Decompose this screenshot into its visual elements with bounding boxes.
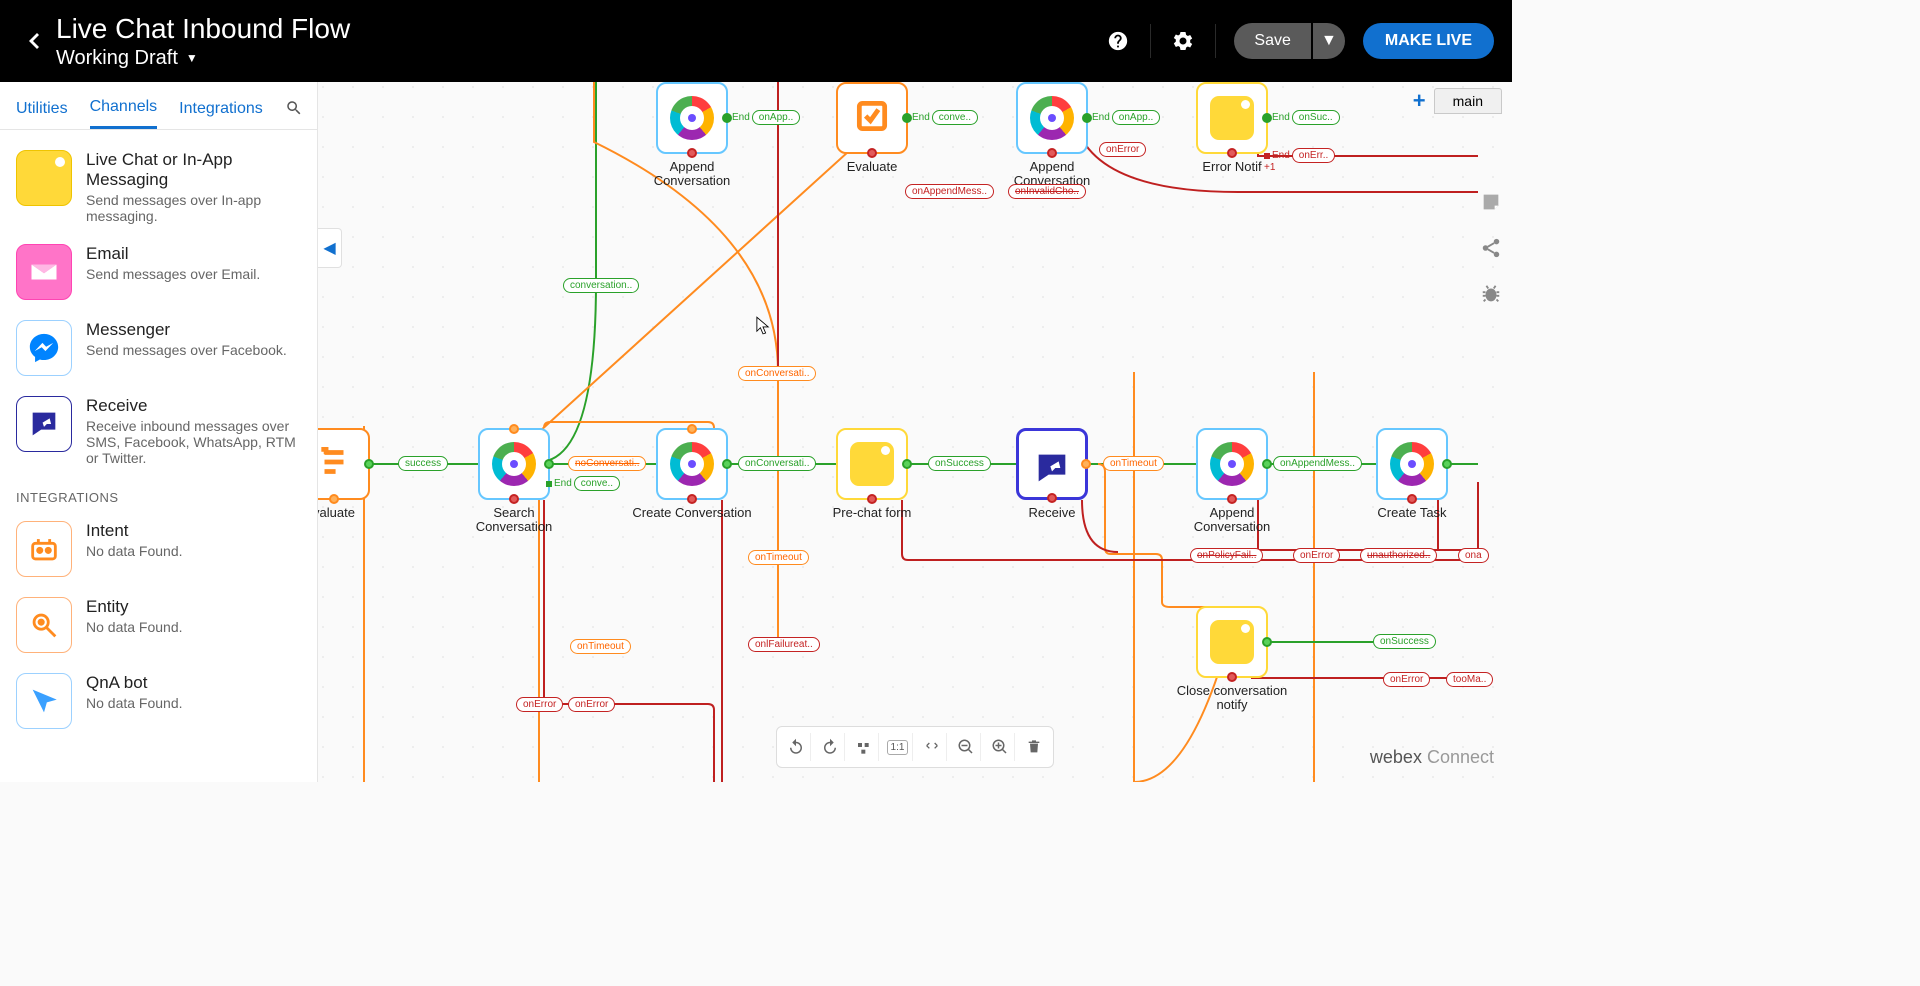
edge-label: onSuccess: [928, 456, 991, 471]
edge-label: onTimeout: [1103, 456, 1164, 471]
node-append-conversation-2[interactable]: Append Conversation: [1016, 82, 1088, 189]
fit-button[interactable]: 1:1: [883, 733, 913, 761]
canvas-toolbox: 1:1: [776, 726, 1054, 768]
sidebar-item-receive[interactable]: ReceiveReceive inbound messages over SMS…: [0, 386, 317, 476]
sidebar-item-qna[interactable]: QnA botNo data Found.: [0, 663, 317, 739]
edge-label: onConversati..: [738, 456, 816, 471]
save-dropdown[interactable]: ▼: [1313, 23, 1345, 59]
edge-label: onTimeout: [570, 639, 631, 654]
edge-label: onError: [516, 697, 563, 712]
edge-label: unauthorized..: [1360, 548, 1437, 563]
node-create-conversation[interactable]: Create Conversation: [656, 428, 728, 520]
edge-label: onPolicyFail..: [1190, 548, 1263, 563]
edge-label: noConversati..: [568, 456, 646, 471]
undo-button[interactable]: [781, 733, 811, 761]
brand-label: webex Connect: [1370, 747, 1494, 768]
edge-label: onAppendMess..: [1273, 456, 1362, 471]
edge-label: onError: [568, 697, 615, 712]
node-evaluate-2[interactable]: valuate: [318, 428, 370, 520]
delete-button[interactable]: [1019, 733, 1049, 761]
edge-label: conversation..: [563, 278, 639, 293]
tab-integrations[interactable]: Integrations: [179, 94, 263, 128]
email-icon: [16, 244, 72, 300]
node-close-conversation-notify[interactable]: Close conversation notify: [1196, 606, 1268, 713]
add-tab-button[interactable]: +: [1413, 88, 1426, 114]
sidebar-item-livechat[interactable]: Live Chat or In-App MessagingSend messag…: [0, 140, 317, 234]
edge-label: tooMa..: [1446, 672, 1493, 687]
intent-icon: [16, 521, 72, 577]
edge-label: onSuccess: [1373, 634, 1436, 649]
back-button[interactable]: [18, 17, 50, 65]
node-search-conversation[interactable]: Search Conversation: [478, 428, 550, 535]
sidebar: Utilities Channels Integrations Live Cha…: [0, 82, 318, 782]
node-create-task[interactable]: Create Task: [1376, 428, 1448, 520]
receive-icon: [16, 396, 72, 452]
node-prechat-form[interactable]: Pre-chat form: [836, 428, 908, 520]
zoom-in-button[interactable]: [985, 733, 1015, 761]
settings-icon[interactable]: [1169, 27, 1197, 55]
qna-icon: [16, 673, 72, 729]
integrations-header: INTEGRATIONS: [0, 476, 317, 511]
edge-label: onError: [1099, 142, 1146, 157]
cursor-icon: [756, 316, 770, 336]
search-icon[interactable]: [285, 99, 303, 122]
header: Live Chat Inbound Flow Working Draft ▼ S…: [0, 0, 1512, 82]
node-error-notif[interactable]: Error Notif: [1196, 82, 1268, 174]
help-icon[interactable]: [1104, 27, 1132, 55]
flow-title: Live Chat Inbound Flow: [56, 13, 350, 45]
collapse-all-button[interactable]: [917, 733, 947, 761]
save-button[interactable]: Save: [1234, 23, 1310, 59]
align-button[interactable]: [849, 733, 879, 761]
node-evaluate-1[interactable]: Evaluate: [836, 82, 908, 174]
debug-icon[interactable]: [1479, 282, 1503, 306]
draft-dropdown[interactable]: Working Draft ▼: [56, 47, 350, 70]
zoom-out-button[interactable]: [951, 733, 981, 761]
livechat-icon: [16, 150, 72, 206]
edge-label: onError: [1383, 672, 1430, 687]
right-rail: [1470, 190, 1512, 306]
tab-utilities[interactable]: Utilities: [16, 94, 68, 128]
node-append-conversation-3[interactable]: Append Conversation: [1196, 428, 1268, 535]
chevron-down-icon: ▼: [186, 51, 198, 65]
sidebar-item-entity[interactable]: EntityNo data Found.: [0, 587, 317, 663]
edge-label: ona: [1458, 548, 1489, 563]
note-icon[interactable]: [1479, 190, 1503, 214]
edge-label: onAppendMess..: [905, 184, 994, 199]
edge-label: onConversati..: [738, 366, 816, 381]
node-receive[interactable]: Receive: [1016, 428, 1088, 520]
edge-label: onTimeout: [748, 550, 809, 565]
make-live-button[interactable]: MAKE LIVE: [1363, 23, 1494, 59]
edge-label: success: [398, 456, 448, 471]
sidebar-item-email[interactable]: EmailSend messages over Email.: [0, 234, 317, 310]
edge-label: onlFailureat..: [748, 637, 820, 652]
node-append-conversation-1[interactable]: Append Conversation: [656, 82, 728, 189]
sidebar-item-messenger[interactable]: MessengerSend messages over Facebook.: [0, 310, 317, 386]
sidebar-item-intent[interactable]: IntentNo data Found.: [0, 511, 317, 587]
edge-label: onError: [1293, 548, 1340, 563]
entity-icon: [16, 597, 72, 653]
edge-label: onInvalidCho..: [1008, 184, 1086, 199]
tab-channels[interactable]: Channels: [90, 92, 158, 129]
share-icon[interactable]: [1479, 236, 1503, 260]
collapse-sidebar-button[interactable]: ◀: [318, 228, 342, 268]
flow-canvas[interactable]: + main: [318, 82, 1512, 782]
messenger-icon: [16, 320, 72, 376]
redo-button[interactable]: [815, 733, 845, 761]
canvas-tab-main[interactable]: main: [1434, 88, 1502, 114]
